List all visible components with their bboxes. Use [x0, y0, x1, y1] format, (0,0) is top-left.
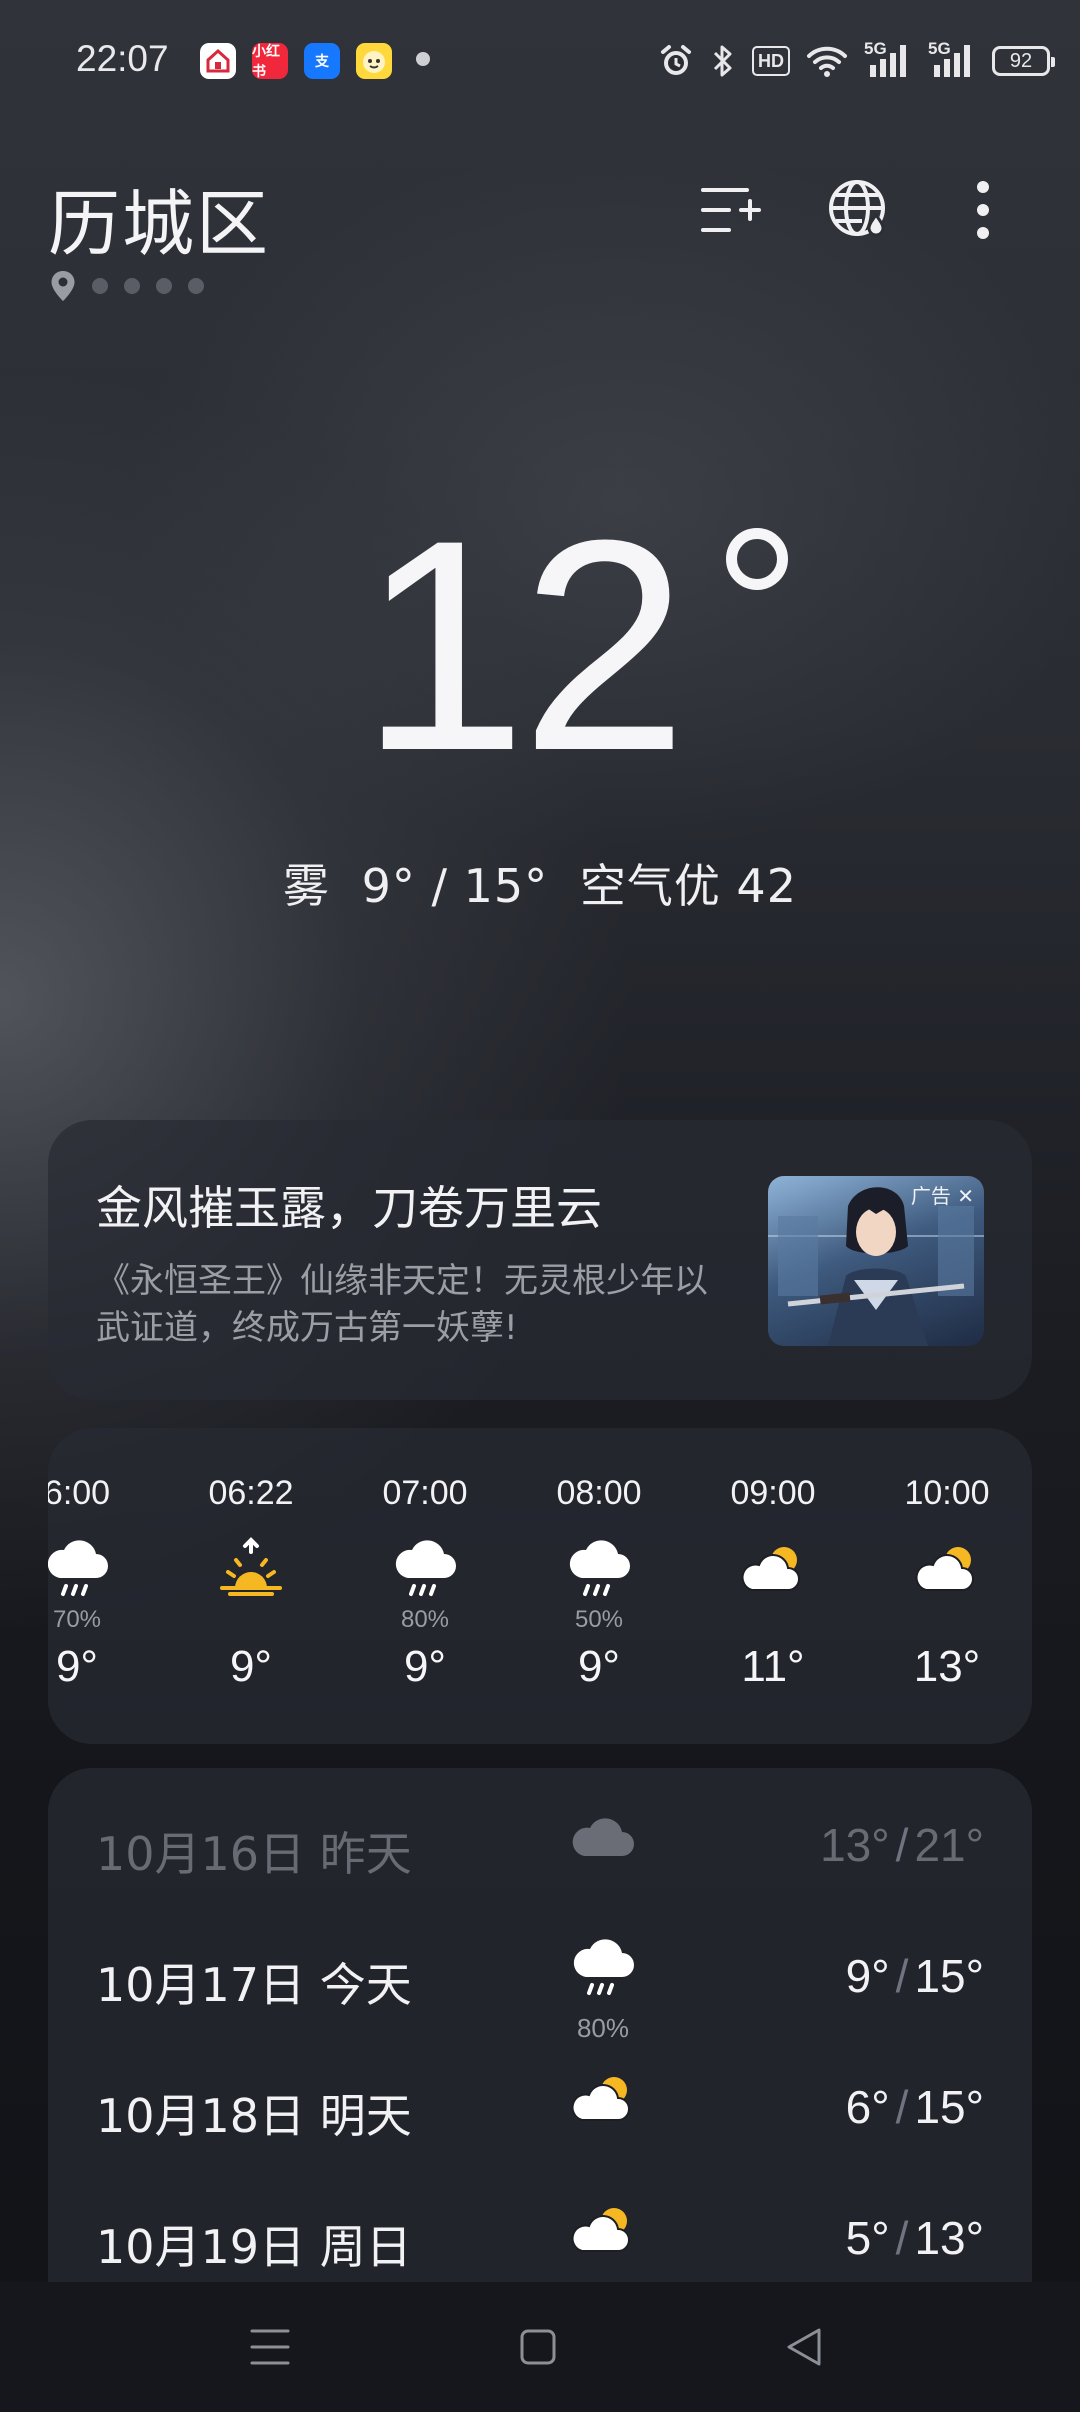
day-date: 10月17日 今天 — [96, 1958, 412, 2012]
status-icons: HD 5G 5G 92 — [658, 36, 1055, 86]
daily-row[interactable]: 10月17日 今天 80% 9°/15° — [48, 1899, 1032, 2043]
navigation-bar — [0, 2282, 1080, 2412]
range-separator: / — [895, 2212, 909, 2264]
partly-cloudy-icon — [912, 1536, 982, 1606]
status-time: 22:07 — [76, 38, 169, 79]
page-indicator — [50, 270, 204, 302]
more-notifications-dot — [416, 52, 430, 66]
hourly-forecast-card[interactable]: 6:00 70% 9° 06:22 9° 07:00 80% 9° 08:00 50% 9° 09:0… — [48, 1428, 1032, 1744]
day-date: 10月16日 昨天 — [96, 1827, 412, 1881]
hour-temp: 11° — [741, 1642, 805, 1691]
wifi-icon — [807, 46, 847, 77]
day-low: 6° — [845, 2081, 890, 2133]
daily-row[interactable]: 10月19日 周日 5°/13° — [48, 2161, 1032, 2288]
ad-title[interactable]: 金风摧玉露，刀卷万里云 — [96, 1172, 602, 1238]
day-temp-range: 9°/15° — [846, 1949, 984, 2003]
more-options-button[interactable] — [948, 175, 1018, 245]
location-pin-icon — [51, 271, 75, 301]
hour-temp: 9° — [403, 1642, 447, 1691]
list-add-icon — [701, 188, 761, 232]
rain-cloud-icon — [568, 1935, 638, 2005]
day-low: 5° — [845, 2212, 890, 2264]
partly-cloudy-icon — [568, 2197, 638, 2267]
cloud-icon — [568, 1804, 638, 1874]
add-city-button[interactable] — [696, 175, 766, 245]
partly-cloudy-icon — [738, 1536, 808, 1606]
menu-icon — [250, 2329, 290, 2365]
day-temp-range: 6°/15° — [846, 2080, 984, 2134]
alipay-app-icon: 支 — [304, 43, 340, 79]
back-triangle-icon — [787, 2328, 821, 2366]
square-icon — [520, 2329, 556, 2365]
daily-forecast-card[interactable]: 10月16日 昨天 13°/21° 10月17日 今天 80% 9°/15° 10月18日… — [48, 1768, 1032, 2288]
hour-time: 06:22 — [208, 1474, 294, 1512]
day-low: 13° — [820, 1819, 890, 1871]
city-title[interactable]: 历城区 — [48, 165, 270, 270]
page-dot[interactable] — [188, 278, 204, 294]
hour-time: 6:00 — [48, 1474, 111, 1512]
yellow-face-app-icon — [356, 43, 392, 79]
day-high: 15° — [914, 2081, 984, 2133]
day-date: 10月19日 周日 — [96, 2220, 412, 2274]
ad-description[interactable]: 《永恒圣王》仙缘非天定！无灵根少年以武证道，终成万古第一妖孽! — [96, 1258, 736, 1352]
ad-image[interactable]: 广告 ✕ — [768, 1176, 984, 1346]
more-vertical-icon — [977, 181, 989, 239]
rain-cloud-icon — [390, 1536, 460, 1606]
aqi-text[interactable]: 空气优 42 — [580, 859, 797, 913]
home-button[interactable] — [508, 2322, 568, 2372]
red-house-app-icon — [200, 43, 236, 79]
alarm-icon — [661, 45, 691, 75]
global-weather-button[interactable] — [824, 175, 894, 245]
daily-row[interactable]: 10月18日 明天 6°/15° — [48, 2030, 1032, 2160]
signal-5g-icon-1: 5G — [864, 39, 912, 79]
current-temperature: 12 — [360, 477, 688, 813]
hour-time: 09:00 — [730, 1474, 816, 1512]
day-temp-range: 13°/21° — [820, 1818, 984, 1872]
day-high: 21° — [914, 1819, 984, 1871]
hour-temp: 13° — [913, 1642, 981, 1691]
globe-rain-icon — [829, 180, 885, 237]
hour-time: 08:00 — [556, 1474, 642, 1512]
back-button[interactable] — [774, 2322, 834, 2372]
day-temp-range: 5°/13° — [846, 2211, 984, 2265]
hour-precip: 80% — [400, 1606, 450, 1633]
temp-range-text: 9° / 15° — [361, 859, 549, 913]
page-dot[interactable] — [92, 278, 108, 294]
range-separator: / — [895, 2081, 909, 2133]
rain-cloud-icon — [564, 1536, 634, 1606]
rain-cloud-icon — [48, 1536, 112, 1606]
condition-text: 雾 — [283, 859, 331, 913]
battery-indicator: 92 — [992, 46, 1055, 76]
hd-voice-icon: HD — [752, 46, 790, 76]
daily-row[interactable]: 10月16日 昨天 13°/21° — [48, 1768, 1032, 1898]
page-dot[interactable] — [156, 278, 172, 294]
day-low: 9° — [845, 1950, 890, 2002]
degree-symbol-icon — [726, 528, 788, 590]
ad-card[interactable]: 金风摧玉露，刀卷万里云 《永恒圣王》仙缘非天定！无灵根少年以武证道，终成万古第一… — [48, 1120, 1032, 1400]
bluetooth-icon — [713, 45, 732, 77]
weather-summary: 雾 9° / 15° 空气优 42 — [0, 850, 1080, 916]
hour-temp: 9° — [577, 1642, 621, 1691]
signal-5g-icon-2: 5G — [928, 39, 976, 79]
day-date: 10月18日 明天 — [96, 2089, 412, 2143]
day-high: 15° — [914, 1950, 984, 2002]
sunrise-icon — [216, 1536, 286, 1606]
range-separator: / — [895, 1819, 909, 1871]
hour-time: 07:00 — [382, 1474, 468, 1512]
ad-close-label[interactable]: 广告 ✕ — [911, 1180, 974, 1209]
partly-cloudy-icon — [568, 2066, 638, 2136]
status-bar: 22:07 小红书支 HD 5G 5G 92 — [0, 0, 1080, 125]
hour-temp: 9° — [229, 1642, 273, 1691]
hour-time: 10:00 — [904, 1474, 990, 1512]
day-high: 13° — [914, 2212, 984, 2264]
recent-apps-button[interactable] — [240, 2322, 300, 2372]
page-dot[interactable] — [124, 278, 140, 294]
hour-temp: 9° — [55, 1642, 99, 1691]
xiaohongshu-app-icon: 小红书 — [252, 43, 288, 80]
hour-precip: 50% — [574, 1606, 624, 1633]
hour-precip: 70% — [52, 1606, 102, 1633]
range-separator: / — [895, 1950, 909, 2002]
